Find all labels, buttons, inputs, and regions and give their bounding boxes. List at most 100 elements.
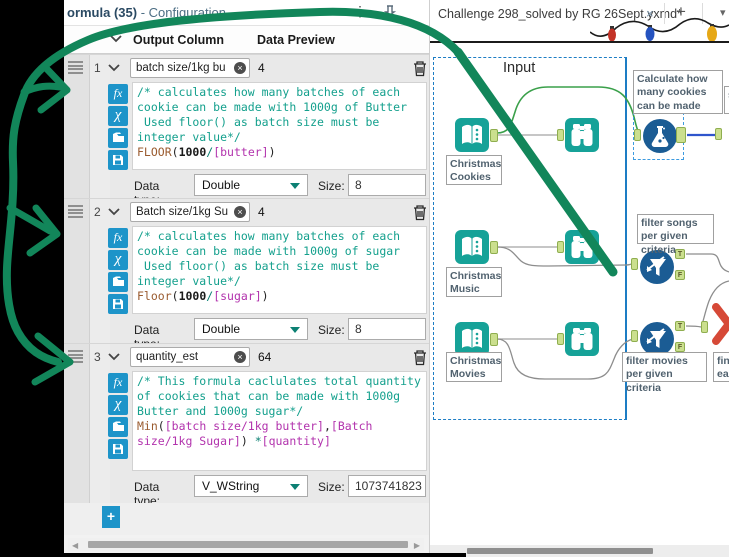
new-tab-button[interactable]: + bbox=[676, 2, 686, 22]
input-anchor[interactable] bbox=[634, 129, 641, 141]
dropdown-arrow-icon bbox=[290, 484, 300, 490]
scroll-left-icon[interactable]: ◀ bbox=[72, 541, 78, 550]
close-tab-icon[interactable]: × bbox=[646, 6, 654, 21]
clear-column-icon[interactable]: × bbox=[234, 206, 246, 218]
canvas-horizontal-scrollbar[interactable] bbox=[430, 545, 729, 557]
book-icon bbox=[462, 328, 482, 348]
save-expression-icon[interactable] bbox=[108, 294, 128, 314]
save-expression-icon[interactable] bbox=[108, 439, 128, 459]
panel-menu-icon[interactable]: ⋮ bbox=[352, 3, 368, 20]
add-expression-button[interactable]: + bbox=[102, 506, 120, 528]
input-anchor[interactable] bbox=[557, 241, 564, 253]
configuration-header: ormula (35) - Configuration ⋮ bbox=[64, 0, 429, 26]
binoculars-icon bbox=[571, 124, 593, 146]
formula-tool[interactable] bbox=[643, 119, 677, 153]
browse-tool[interactable] bbox=[565, 118, 599, 152]
clear-column-icon[interactable]: × bbox=[234, 62, 246, 74]
tab-overflow-icon[interactable]: ▾ bbox=[720, 6, 726, 19]
false-output-anchor[interactable]: F bbox=[675, 342, 685, 352]
alteryx-designer-screenshot: { "colors": { "alteryx_teal": "#16a298",… bbox=[0, 0, 729, 557]
filter-tool-movies[interactable] bbox=[640, 322, 674, 356]
clear-column-icon[interactable]: × bbox=[234, 351, 246, 363]
horizontal-scrollbar[interactable]: ◀ ▶ bbox=[68, 538, 424, 551]
size-input[interactable]: 8 bbox=[348, 174, 426, 196]
pin-icon[interactable] bbox=[382, 4, 398, 20]
drag-handle-icon[interactable] bbox=[68, 61, 83, 74]
input-anchor[interactable] bbox=[631, 330, 638, 342]
scrollbar-thumb[interactable] bbox=[467, 548, 653, 554]
comment-christmas-movies[interactable]: Christmas Movies bbox=[446, 352, 502, 382]
comment-christmas-cookies[interactable]: Christmas Cookies bbox=[446, 155, 502, 185]
output-column-input[interactable]: quantity_est bbox=[130, 347, 250, 367]
scrollbar-thumb[interactable] bbox=[88, 541, 408, 548]
scroll-right-icon[interactable]: ▶ bbox=[414, 541, 420, 550]
true-output-anchor[interactable]: T bbox=[675, 249, 685, 259]
canvas-top-border bbox=[430, 41, 729, 43]
saved-expressions-icon[interactable] bbox=[108, 417, 128, 437]
expression-editor[interactable]: /* calculates how many batches of each c… bbox=[132, 226, 427, 314]
input-anchor[interactable] bbox=[701, 321, 708, 333]
output-anchor[interactable] bbox=[490, 241, 498, 254]
workflow-canvas-pane: Challenge 298_solved by RG 26Sept.yxmd* … bbox=[430, 0, 729, 557]
comment-formula[interactable]: Calculate how many cookies can be made bbox=[633, 70, 723, 114]
delete-expression-icon[interactable] bbox=[412, 203, 428, 221]
comment-partial-right[interactable]: s bbox=[724, 86, 729, 114]
expression-editor[interactable]: /* This formula caclulates total quantit… bbox=[132, 371, 427, 471]
data-type-select[interactable]: Double bbox=[194, 318, 308, 340]
expression-row: 3 quantity_est × 64 fx χ /* This formula… bbox=[64, 343, 429, 508]
size-label: Size: bbox=[318, 179, 345, 193]
output-column-input[interactable]: batch size/1kg bu bbox=[130, 58, 250, 78]
comment-christmas-music[interactable]: Christmas Music bbox=[446, 267, 502, 297]
bottom-black-edge bbox=[0, 553, 466, 557]
input-data-tool-cookies[interactable] bbox=[455, 118, 489, 152]
document-tab-bar: Challenge 298_solved by RG 26Sept.yxmd* … bbox=[430, 0, 729, 28]
column-header-output: Output Column bbox=[133, 33, 224, 47]
insert-variable-icon[interactable]: χ bbox=[108, 250, 128, 270]
drag-handle-icon[interactable] bbox=[68, 350, 83, 363]
false-output-anchor[interactable]: F bbox=[675, 270, 685, 280]
data-preview-value: 4 bbox=[258, 61, 265, 75]
insert-function-icon[interactable]: fx bbox=[108, 84, 128, 104]
size-label: Size: bbox=[318, 323, 345, 337]
chevron-down-icon[interactable] bbox=[110, 35, 122, 43]
output-anchor[interactable] bbox=[676, 127, 686, 143]
delete-expression-icon[interactable] bbox=[412, 348, 428, 366]
data-type-select[interactable]: Double bbox=[194, 174, 308, 196]
output-anchor[interactable] bbox=[490, 129, 498, 142]
column-header-preview: Data Preview bbox=[257, 33, 335, 47]
saved-expressions-icon[interactable] bbox=[108, 272, 128, 292]
insert-variable-icon[interactable]: χ bbox=[108, 395, 128, 415]
chevron-down-icon[interactable] bbox=[108, 353, 120, 361]
data-type-select[interactable]: V_WString bbox=[194, 475, 308, 497]
input-anchor[interactable] bbox=[557, 129, 564, 141]
insert-function-icon[interactable]: fx bbox=[108, 228, 128, 248]
expression-editor[interactable]: /* calculates how many batches of each c… bbox=[132, 82, 427, 170]
red-x-tool[interactable] bbox=[712, 303, 729, 345]
browse-tool[interactable] bbox=[565, 230, 599, 264]
output-anchor[interactable] bbox=[490, 333, 498, 346]
input-anchor[interactable] bbox=[557, 333, 564, 345]
comment-filter-movies[interactable]: filter movies per given criteria bbox=[622, 352, 707, 394]
insert-variable-icon[interactable]: χ bbox=[108, 106, 128, 126]
funnel-icon bbox=[646, 328, 666, 348]
delete-expression-icon[interactable] bbox=[412, 59, 428, 77]
comment-partial-find-each[interactable]: find each bbox=[713, 352, 729, 382]
save-expression-icon[interactable] bbox=[108, 150, 128, 170]
insert-function-icon[interactable]: fx bbox=[108, 373, 128, 393]
size-input[interactable]: 1073741823 bbox=[348, 475, 426, 497]
drag-handle-icon[interactable] bbox=[68, 205, 83, 218]
input-anchor[interactable] bbox=[631, 258, 638, 270]
true-output-anchor[interactable]: T bbox=[675, 321, 685, 331]
chevron-down-icon[interactable] bbox=[108, 64, 120, 72]
size-input[interactable]: 8 bbox=[348, 318, 426, 340]
input-data-tool-movies[interactable] bbox=[455, 322, 489, 356]
input-anchor[interactable] bbox=[715, 128, 722, 140]
output-column-input[interactable]: Batch size/1kg Su bbox=[130, 202, 250, 222]
comment-filter-songs[interactable]: filter songs per given criteria bbox=[637, 214, 714, 256]
browse-tool[interactable] bbox=[565, 322, 599, 356]
book-icon bbox=[462, 236, 482, 256]
saved-expressions-icon[interactable] bbox=[108, 128, 128, 148]
chevron-down-icon[interactable] bbox=[108, 208, 120, 216]
size-label: Size: bbox=[318, 480, 345, 494]
input-data-tool-music[interactable] bbox=[455, 230, 489, 264]
